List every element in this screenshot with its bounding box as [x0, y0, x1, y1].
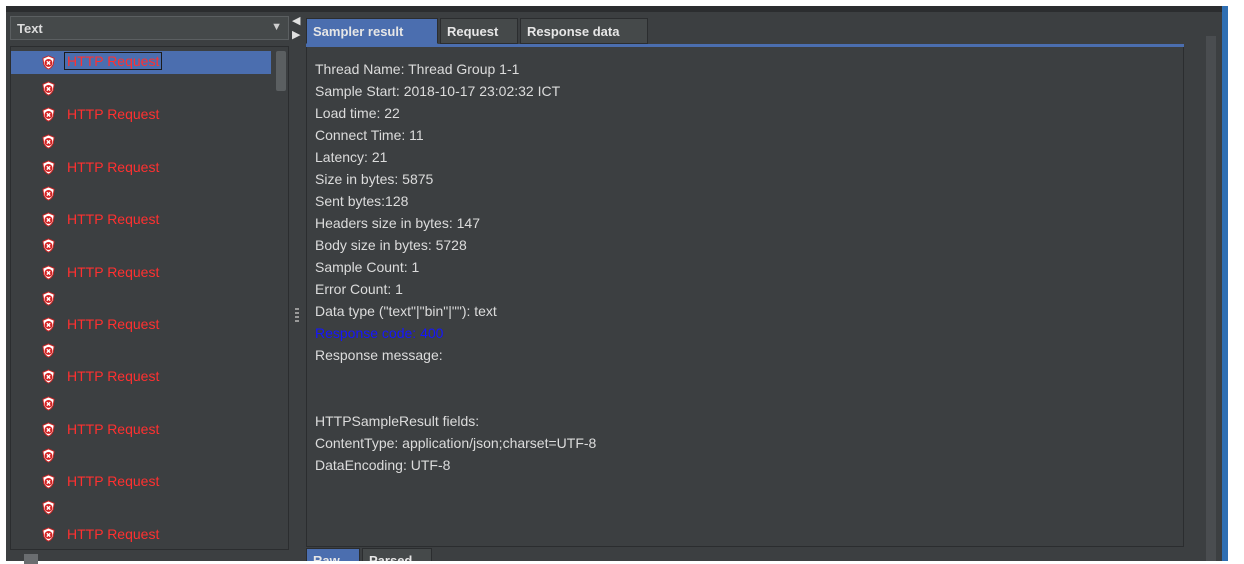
tree-item-label: HTTP Request — [67, 368, 160, 385]
tab-raw[interactable]: Raw — [306, 548, 360, 561]
result-line: Sample Start: 2018-10-17 23:02:32 ICT — [315, 83, 561, 99]
tree-item-label: HTTP Request — [67, 420, 160, 437]
tree-item[interactable]: HTTP Request — [11, 51, 271, 74]
error-shield-icon — [42, 291, 55, 306]
tree-item-label: HTTP Request — [67, 525, 160, 542]
tree-item[interactable]: HTTP Request — [11, 523, 271, 546]
result-line: Sample Count: 1 — [315, 259, 420, 275]
tree-item[interactable]: HTTP Request — [11, 103, 271, 126]
jmeter-results-tree: Text ▼ HTTP Request HTTP Request HTTP Requ… — [0, 0, 1244, 564]
tree-item[interactable] — [11, 234, 271, 257]
result-line: Body size in bytes: 5728 — [315, 237, 467, 253]
tab-label: Parsed — [369, 553, 413, 561]
result-line: HTTPSampleResult fields: — [315, 413, 480, 429]
tree-item[interactable]: HTTP Request — [11, 261, 271, 284]
tree-item[interactable]: HTTP Request — [11, 470, 271, 493]
result-tabs: Sampler result Request Response data — [306, 18, 1186, 44]
tree-scrollbar[interactable] — [273, 47, 288, 549]
tree-item-label: HTTP Request — [67, 473, 160, 490]
error-shield-icon — [42, 212, 55, 227]
error-shield-icon — [42, 134, 55, 149]
error-shield-icon — [42, 107, 55, 122]
error-shield-icon — [42, 265, 55, 280]
tree-item[interactable] — [11, 444, 271, 467]
tree-item[interactable] — [11, 77, 271, 100]
error-shield-icon — [42, 527, 55, 542]
result-line: Headers size in bytes: 147 — [315, 215, 480, 231]
tree-item-label: HTTP Request — [67, 106, 160, 123]
tree-item[interactable] — [11, 392, 271, 415]
tree-item[interactable] — [11, 287, 271, 310]
tab-parsed[interactable]: Parsed — [362, 548, 432, 561]
tab-label: Response data — [527, 24, 620, 39]
result-line: Error Count: 1 — [315, 281, 403, 297]
error-shield-icon — [42, 396, 55, 411]
tree-item[interactable] — [11, 339, 271, 362]
result-line: ContentType: application/json;charset=UT… — [315, 435, 597, 451]
tree-item[interactable]: HTTP Request — [11, 365, 271, 388]
content-scrollbar[interactable] — [1200, 36, 1222, 561]
result-line: DataEncoding: UTF-8 — [315, 457, 451, 473]
collapse-left-icon[interactable]: ◀ — [292, 14, 300, 27]
scroll-option[interactable] — [10, 552, 289, 564]
result-line: Response message: — [315, 347, 443, 363]
error-shield-icon — [42, 369, 55, 384]
tree-item[interactable]: HTTP Request — [11, 156, 271, 179]
scroll-option-checkbox[interactable] — [24, 554, 38, 564]
split-pane-divider[interactable]: ◀ ▶ — [290, 12, 306, 561]
error-shield-icon — [42, 160, 55, 175]
tree-item[interactable] — [11, 130, 271, 153]
renderer-select-value: Text — [17, 21, 43, 36]
expand-right-icon[interactable]: ▶ — [292, 28, 300, 41]
error-shield-icon — [42, 317, 55, 332]
tree-item[interactable] — [11, 182, 271, 205]
result-line: Data type ("text"|"bin"|""): text — [315, 303, 497, 319]
tree-item-label: HTTP Request — [67, 158, 160, 175]
tree-item-label: HTTP Request — [67, 211, 160, 228]
tree-item-label: HTTP Request — [67, 263, 160, 280]
panel-gap — [1186, 12, 1200, 561]
result-line: Size in bytes: 5875 — [315, 171, 434, 187]
view-tabs: Raw Parsed — [306, 548, 1186, 561]
error-shield-icon — [42, 81, 55, 96]
tree-item[interactable]: HTTP Request — [11, 418, 271, 441]
error-shield-icon — [42, 55, 55, 70]
tab-label: Raw — [313, 553, 340, 561]
result-line: Latency: 21 — [315, 149, 388, 165]
error-shield-icon — [42, 343, 55, 358]
splitter-grip-icon[interactable] — [295, 308, 299, 324]
sampler-result-text[interactable]: Thread Name: Thread Group 1-1 Sample Star… — [306, 47, 1184, 547]
tree-scrollbar-thumb[interactable] — [276, 51, 286, 91]
result-line: Load time: 22 — [315, 105, 400, 121]
result-line: Connect Time: 11 — [315, 127, 424, 143]
error-shield-icon — [42, 186, 55, 201]
tab-label: Request — [447, 24, 499, 39]
chevron-down-icon: ▼ — [271, 21, 282, 33]
tab-response-data[interactable]: Response data — [520, 18, 648, 44]
error-shield-icon — [42, 448, 55, 463]
result-line: Thread Name: Thread Group 1-1 — [315, 61, 520, 77]
tab-label: Sampler result — [313, 24, 404, 39]
error-shield-icon — [42, 474, 55, 489]
tree-item-label: HTTP Request — [67, 316, 160, 332]
content-scrollbar-thumb[interactable] — [1206, 36, 1216, 561]
renderer-select[interactable]: Text ▼ — [10, 16, 289, 40]
tab-sampler-result[interactable]: Sampler result — [306, 18, 438, 44]
tree-item[interactable]: HTTP Request — [11, 208, 271, 231]
results-tree[interactable]: HTTP Request HTTP Request HTTP Request HTTP… — [10, 46, 289, 550]
response-code-line: Response code: 400 — [315, 325, 444, 341]
error-shield-icon — [42, 238, 55, 253]
tree-item[interactable] — [11, 496, 271, 519]
tab-request[interactable]: Request — [440, 18, 518, 44]
result-line: Sent bytes:128 — [315, 193, 409, 209]
window-right-border — [1222, 6, 1228, 561]
tree-item[interactable]: HTTP Request — [11, 313, 271, 336]
error-shield-icon — [42, 500, 55, 515]
tree-item-label: HTTP Request — [63, 52, 163, 70]
error-shield-icon — [42, 422, 55, 437]
